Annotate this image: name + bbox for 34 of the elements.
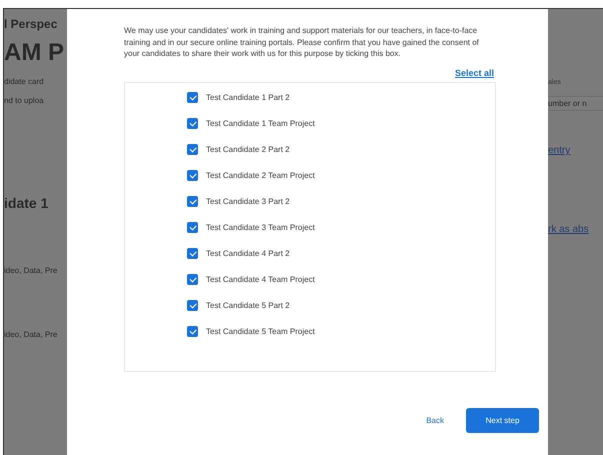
page-text: ideo, Data, Pre <box>4 266 58 275</box>
page-text: didate card <box>4 77 45 86</box>
checkbox[interactable] <box>187 144 198 155</box>
input-field[interactable]: umber or n <box>548 96 603 111</box>
page-subtitle: l Perspec <box>4 17 58 31</box>
checkbox[interactable] <box>187 274 198 285</box>
page-text: ideo, Data, Pre <box>4 330 58 339</box>
checkbox[interactable] <box>187 196 198 207</box>
section-heading: idate 1 <box>4 195 50 211</box>
checkbox-label: Test Candidate 1 Part 2 <box>206 93 290 102</box>
page-link[interactable]: entry <box>548 145 603 156</box>
page-text: nd to uploa <box>4 96 45 105</box>
checkbox-label: Test Candidate 5 Part 2 <box>206 301 290 310</box>
page-title: AM P <box>4 39 65 67</box>
checkbox[interactable] <box>187 118 198 129</box>
checkbox[interactable] <box>187 300 198 311</box>
checkbox[interactable] <box>187 222 198 233</box>
checkbox-label: Test Candidate 2 Part 2 <box>206 145 290 154</box>
consent-message: We may use your candidates' work in training and support materials for our teachers, in face-to-face training and in our secure online training portals. Please confirm that you have gained the consent of your candidates to share their work with us for this purpose by ticking this box. <box>124 25 480 60</box>
next-step-button[interactable]: Next step <box>466 408 539 432</box>
select-all-link[interactable]: Select all <box>454 68 494 78</box>
page-link[interactable]: rk as abs <box>548 224 603 235</box>
checkbox[interactable] <box>187 326 198 337</box>
checkbox-label: Test Candidate 2 Team Project <box>206 171 315 180</box>
checkbox-label: Test Candidate 3 Part 2 <box>206 197 290 206</box>
checkbox[interactable] <box>187 92 198 103</box>
checkbox-label: Test Candidate 4 Part 2 <box>206 249 290 258</box>
checkbox-label: Test Candidate 4 Team Project <box>206 275 315 284</box>
checkbox-label: Test Candidate 1 Team Project <box>206 119 315 128</box>
checkbox[interactable] <box>187 248 198 259</box>
checkbox[interactable] <box>187 170 198 181</box>
checkbox-label: Test Candidate 5 Team Project <box>206 327 315 336</box>
checkbox-label: Test Candidate 3 Team Project <box>206 223 315 232</box>
back-link[interactable]: Back <box>426 416 444 424</box>
